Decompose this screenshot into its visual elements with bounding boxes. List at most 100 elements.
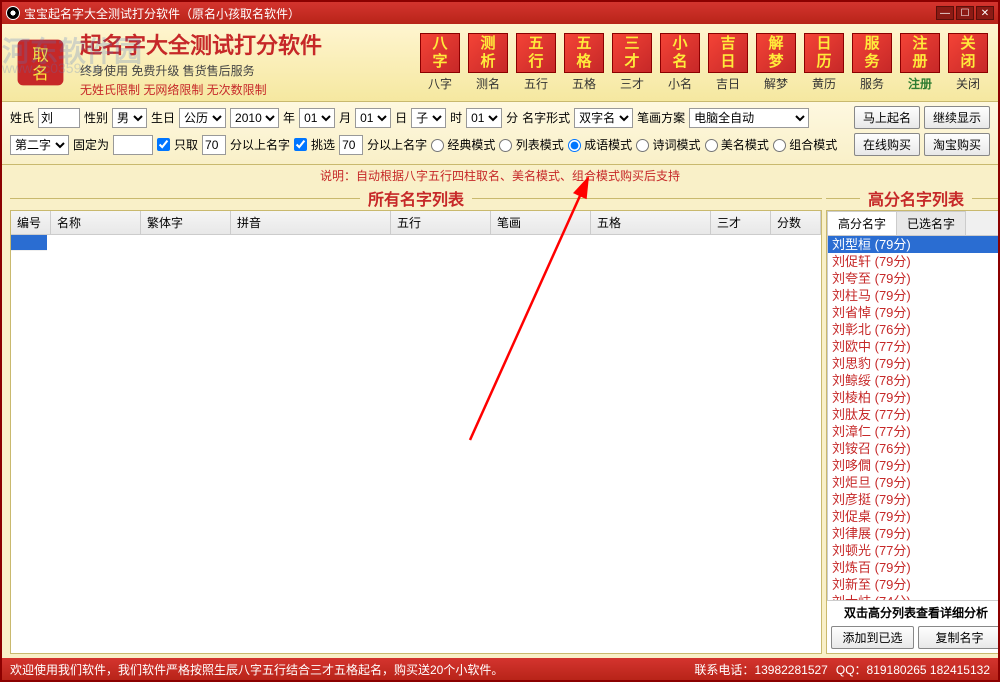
name-list-item[interactable]: 刘铵召 (76分) [828, 440, 998, 457]
name-list-item[interactable]: 刘夸至 (79分) [828, 270, 998, 287]
status-qq: 819180265 182415132 [867, 663, 990, 677]
name-list-item[interactable]: 刘炬旦 (79分) [828, 474, 998, 491]
name-list-item[interactable]: 刘思豹 (79分) [828, 355, 998, 372]
name-list-item[interactable]: 刘棱柏 (79分) [828, 389, 998, 406]
name-list-item[interactable]: 刘柱马 (79分) [828, 287, 998, 304]
name-form-label: 名字形式 [522, 109, 570, 126]
toolbar-icon-注册[interactable]: 注册注册 [898, 33, 942, 92]
tab-selected[interactable]: 已选名字 [896, 211, 966, 235]
status-text: 欢迎使用我们软件，我们软件严格按照生辰八字五行结合三才五格起名，购买送20个小软… [10, 661, 503, 678]
toolbar-icon-吉日[interactable]: 吉日吉日 [706, 33, 750, 92]
watermark-url: www.pc0359.cn [2, 60, 100, 76]
mode-good-radio[interactable] [705, 139, 718, 152]
day-select[interactable]: 01 [355, 108, 391, 128]
name-list-item[interactable]: 刘新至 (79分) [828, 576, 998, 593]
birthday-label: 生日 [151, 109, 175, 126]
form-hint: 说明：自动根据八字五行四柱取名、美名模式、组合模式购买后支持 [2, 165, 998, 186]
add-to-selected-button[interactable]: 添加到已选 [831, 626, 914, 649]
table-row-selected[interactable] [11, 235, 47, 251]
char-position-select[interactable]: 第二字 [10, 135, 69, 155]
copy-name-button[interactable]: 复制名字 [918, 626, 998, 649]
maximize-button[interactable]: ☐ [956, 6, 974, 20]
plan-select[interactable]: 电脑全自动 [689, 108, 809, 128]
mode-idiom-radio[interactable] [568, 139, 581, 152]
side-hint: 双击高分列表查看详细分析 [827, 601, 998, 624]
continue-display-button[interactable]: 继续显示 [924, 106, 990, 129]
all-names-panel: 编号名称繁体字拼音五行笔画五格三才分数 [10, 210, 822, 654]
gender-label: 性别 [84, 109, 108, 126]
toolbar-icon-八字[interactable]: 八字八字 [418, 33, 462, 92]
column-header[interactable]: 名称 [51, 211, 141, 234]
year-select[interactable]: 2010 [230, 108, 279, 128]
name-list-item[interactable]: 刘促桌 (79分) [828, 508, 998, 525]
column-header[interactable]: 三才 [711, 211, 771, 234]
slogan-line-1: 终身使用 免费升级 售货售后服务 [80, 62, 322, 79]
minimize-button[interactable]: — [936, 6, 954, 20]
gender-select[interactable]: 男 [112, 108, 147, 128]
month-select[interactable]: 01 [299, 108, 335, 128]
toolbar-icon-五行[interactable]: 五行五行 [514, 33, 558, 92]
name-list-item[interactable]: 刘彦挺 (79分) [828, 491, 998, 508]
toolbar-icon-五格[interactable]: 五格五格 [562, 33, 606, 92]
table-body[interactable] [11, 235, 821, 653]
column-header[interactable]: 编号 [11, 211, 51, 234]
buy-taobao-button[interactable]: 淘宝购买 [924, 133, 990, 156]
name-list-item[interactable]: 刘士岐 (74分) [828, 593, 998, 601]
minute-select[interactable]: 01 [466, 108, 502, 128]
toolbar-icon-小名[interactable]: 小名小名 [658, 33, 702, 92]
toolbar-icon-服务[interactable]: 服务服务 [850, 33, 894, 92]
column-header[interactable]: 繁体字 [141, 211, 231, 234]
name-list-item[interactable]: 刘律展 (79分) [828, 525, 998, 542]
name-list[interactable]: 刘型桓 (79分)刘促轩 (79分)刘夸至 (79分)刘柱马 (79分)刘省悼 … [827, 235, 998, 601]
slogan-title: 起名字大全测试打分软件 [80, 28, 322, 60]
only-take-checkbox[interactable] [157, 138, 170, 151]
plan-label: 笔画方案 [637, 109, 685, 126]
name-list-item[interactable]: 刘鲸绥 (78分) [828, 372, 998, 389]
name-list-item[interactable]: 刘漳仁 (77分) [828, 423, 998, 440]
name-list-item[interactable]: 刘型桓 (79分) [828, 236, 998, 253]
column-header[interactable]: 拼音 [231, 211, 391, 234]
window-title: 宝宝起名字大全测试打分软件（原名小孩取名软件） [24, 5, 300, 22]
score2-input[interactable] [339, 135, 363, 155]
name-list-item[interactable]: 刘促轩 (79分) [828, 253, 998, 270]
toolbar-icon-关闭[interactable]: 关闭关闭 [946, 33, 990, 92]
mode-list-radio[interactable] [499, 139, 512, 152]
name-list-item[interactable]: 刘彰北 (76分) [828, 321, 998, 338]
name-list-item[interactable]: 刘省悼 (79分) [828, 304, 998, 321]
hour-select[interactable]: 子 [411, 108, 446, 128]
toolbar-icon-三才[interactable]: 三才三才 [610, 33, 654, 92]
slogan-line-2: 无姓氏限制 无网络限制 无次数限制 [80, 81, 322, 98]
fixed-char-input[interactable] [113, 135, 153, 155]
titlebar: 宝宝起名字大全测试打分软件（原名小孩取名软件） — ☐ ✕ [2, 2, 998, 24]
name-list-item[interactable]: 刘炼百 (79分) [828, 559, 998, 576]
tab-high-score[interactable]: 高分名字 [827, 211, 897, 235]
surname-label: 姓氏 [10, 109, 34, 126]
name-list-item[interactable]: 刘欧中 (77分) [828, 338, 998, 355]
mode-combo-radio[interactable] [773, 139, 786, 152]
name-form-select[interactable]: 双字名 [574, 108, 633, 128]
toolbar-icon-解梦[interactable]: 解梦解梦 [754, 33, 798, 92]
column-header[interactable]: 分数 [771, 211, 821, 234]
toolbar-icon-测名[interactable]: 测析测名 [466, 33, 510, 92]
column-header[interactable]: 五行 [391, 211, 491, 234]
pick-checkbox[interactable] [294, 138, 307, 151]
close-button[interactable]: ✕ [976, 6, 994, 20]
form-area: 姓氏 性别 男 生日 公历 2010 年 01 月 01 日 子 时 01 分 … [2, 102, 998, 165]
score1-input[interactable] [202, 135, 226, 155]
column-header[interactable]: 笔画 [491, 211, 591, 234]
right-panel-title: 高分名字列表 [860, 186, 972, 210]
statusbar: 欢迎使用我们软件，我们软件严格按照生辰八字五行结合三才五格起名，购买送20个小软… [2, 658, 998, 680]
buy-online-button[interactable]: 在线购买 [854, 133, 920, 156]
name-list-item[interactable]: 刘肽友 (77分) [828, 406, 998, 423]
name-list-item[interactable]: 刘顿光 (77分) [828, 542, 998, 559]
name-list-item[interactable]: 刘哆僩 (79分) [828, 457, 998, 474]
calendar-select[interactable]: 公历 [179, 108, 226, 128]
start-naming-button[interactable]: 马上起名 [854, 106, 920, 129]
status-phone: 13982281527 [754, 663, 827, 677]
surname-input[interactable] [38, 108, 80, 128]
mode-classic-radio[interactable] [431, 139, 444, 152]
toolbar-icon-黄历[interactable]: 日历黄历 [802, 33, 846, 92]
mode-poem-radio[interactable] [636, 139, 649, 152]
table-header: 编号名称繁体字拼音五行笔画五格三才分数 [11, 211, 821, 235]
column-header[interactable]: 五格 [591, 211, 711, 234]
